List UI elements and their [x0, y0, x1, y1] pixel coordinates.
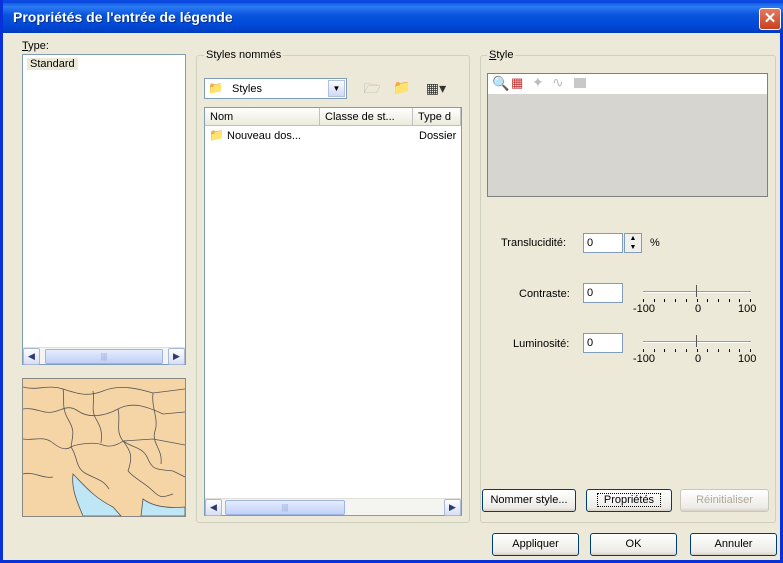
fill-icon[interactable]	[574, 78, 586, 88]
scroll-right-button[interactable]: ▶	[444, 499, 461, 516]
translucency-stepper[interactable]: ▲ ▼	[624, 233, 642, 253]
slider-tick	[728, 349, 730, 352]
folder-up-icon[interactable]: 🗁	[362, 79, 382, 97]
properties-button[interactable]: Propriétés	[586, 489, 672, 512]
named-styles-label-text: Styles nommés	[206, 49, 282, 61]
type-item-standard[interactable]: Standard	[27, 58, 78, 70]
slider-thumb[interactable]	[696, 335, 703, 347]
column-header-class[interactable]: Classe de st...	[320, 108, 413, 126]
reset-button[interactable]: Réinitialiser	[680, 489, 769, 512]
stepper-up-icon[interactable]: ▲	[625, 234, 641, 243]
ok-button[interactable]: OK	[590, 533, 677, 556]
slider-tick	[685, 299, 687, 302]
brightness-mid-label: 0	[695, 353, 702, 365]
brightness-label: Luminosité:	[513, 338, 570, 350]
line-icon[interactable]: ∿	[552, 74, 564, 91]
contrast-label: Contraste:	[519, 288, 570, 300]
stepper-down-icon[interactable]: ▼	[625, 243, 641, 252]
brightness-max-label: 100	[738, 353, 757, 365]
contrast-min-label: -100	[633, 303, 656, 315]
slider-tick	[643, 349, 644, 352]
styles-folder-select-value: Styles	[232, 83, 262, 95]
slider-tick	[739, 299, 741, 302]
new-folder-icon[interactable]: 📁	[392, 78, 412, 96]
chevron-down-icon[interactable]: ▼	[328, 80, 345, 97]
close-button[interactable]: ✕	[759, 8, 781, 30]
slider-tick	[664, 299, 666, 302]
view-menu-icon[interactable]: ▦▾	[421, 79, 451, 97]
slider-tick	[664, 349, 666, 352]
scroll-right-button[interactable]: ▶	[168, 348, 185, 365]
slider-tick	[707, 349, 709, 352]
grid-icon[interactable]: ▦	[511, 75, 523, 91]
type-label-text: ype:	[28, 40, 49, 52]
style-preview: 🔍 ▦ ✦ ∿	[487, 73, 768, 197]
properties-button-label: Propriétés	[596, 493, 662, 507]
slider-tick	[675, 349, 677, 352]
contrast-mid-label: 0	[695, 303, 702, 315]
slider-tick	[653, 349, 655, 352]
cancel-button[interactable]: Annuler	[690, 533, 777, 556]
style-group-label: Style	[487, 49, 516, 61]
brightness-field[interactable]: 0	[583, 333, 623, 353]
style-group-label-text: tyle	[496, 49, 514, 61]
magnifier-icon[interactable]: 🔍	[492, 75, 509, 92]
named-styles-label: Styles nommés	[204, 49, 284, 61]
point-icon[interactable]: ✦	[532, 74, 544, 91]
named-styles-scrollbar[interactable]: ◀ ||| ▶	[205, 498, 461, 516]
translucency-field[interactable]: 0	[583, 233, 623, 253]
column-header-type[interactable]: Type d	[413, 108, 461, 126]
slider-tick	[685, 349, 687, 352]
slider-tick	[717, 299, 719, 302]
slider-thumb[interactable]	[696, 285, 703, 297]
slider-tick	[750, 299, 751, 302]
slider-tick	[739, 349, 741, 352]
brightness-min-label: -100	[633, 353, 656, 365]
contrast-field[interactable]: 0	[583, 283, 623, 303]
slider-tick	[707, 299, 709, 302]
list-item-name: Nouveau dos...	[227, 130, 301, 142]
apply-button[interactable]: Appliquer	[492, 533, 579, 556]
type-label: Type:	[22, 40, 49, 52]
named-styles-list[interactable]: Nom Classe de st... Type d 📁 Nouveau dos…	[204, 107, 462, 516]
slider-tick	[643, 299, 644, 302]
contrast-max-label: 100	[738, 303, 757, 315]
folder-icon: 📁	[209, 128, 224, 142]
title-bar[interactable]: Propriétés de l'entrée de légende ✕	[3, 0, 783, 33]
dialog-window: Propriétés de l'entrée de légende ✕ Type…	[0, 0, 783, 563]
map-preview	[22, 378, 186, 517]
scroll-thumb[interactable]: |||	[225, 500, 345, 515]
list-item-type: Dossier	[419, 130, 457, 142]
slider-tick	[675, 299, 677, 302]
window-title: Propriétés de l'entrée de légende	[13, 9, 233, 25]
folder-icon: 📁	[208, 81, 223, 95]
styles-folder-select[interactable]: 📁 Styles ▼	[204, 78, 347, 99]
list-item[interactable]: 📁 Nouveau dos... Dossier	[209, 128, 461, 144]
slider-tick	[696, 349, 698, 352]
translucency-label: Translucidité:	[501, 237, 567, 249]
slider-tick	[653, 299, 655, 302]
scroll-left-button[interactable]: ◀	[23, 348, 40, 365]
scroll-thumb[interactable]: |||	[45, 349, 163, 364]
close-icon: ✕	[763, 10, 777, 27]
type-list[interactable]: Standard ◀ ||| ▶	[22, 54, 186, 365]
translucency-unit: %	[650, 237, 660, 249]
slider-tick	[750, 349, 751, 352]
europe-map-image	[22, 379, 186, 517]
style-preview-toolbar: 🔍 ▦ ✦ ∿	[488, 74, 767, 94]
slider-tick	[717, 349, 719, 352]
slider-tick	[696, 299, 698, 302]
scroll-left-button[interactable]: ◀	[205, 499, 222, 516]
column-header-name[interactable]: Nom	[205, 108, 320, 126]
name-style-button[interactable]: Nommer style...	[482, 489, 576, 512]
type-list-scrollbar[interactable]: ◀ ||| ▶	[23, 347, 185, 365]
slider-tick	[728, 299, 730, 302]
